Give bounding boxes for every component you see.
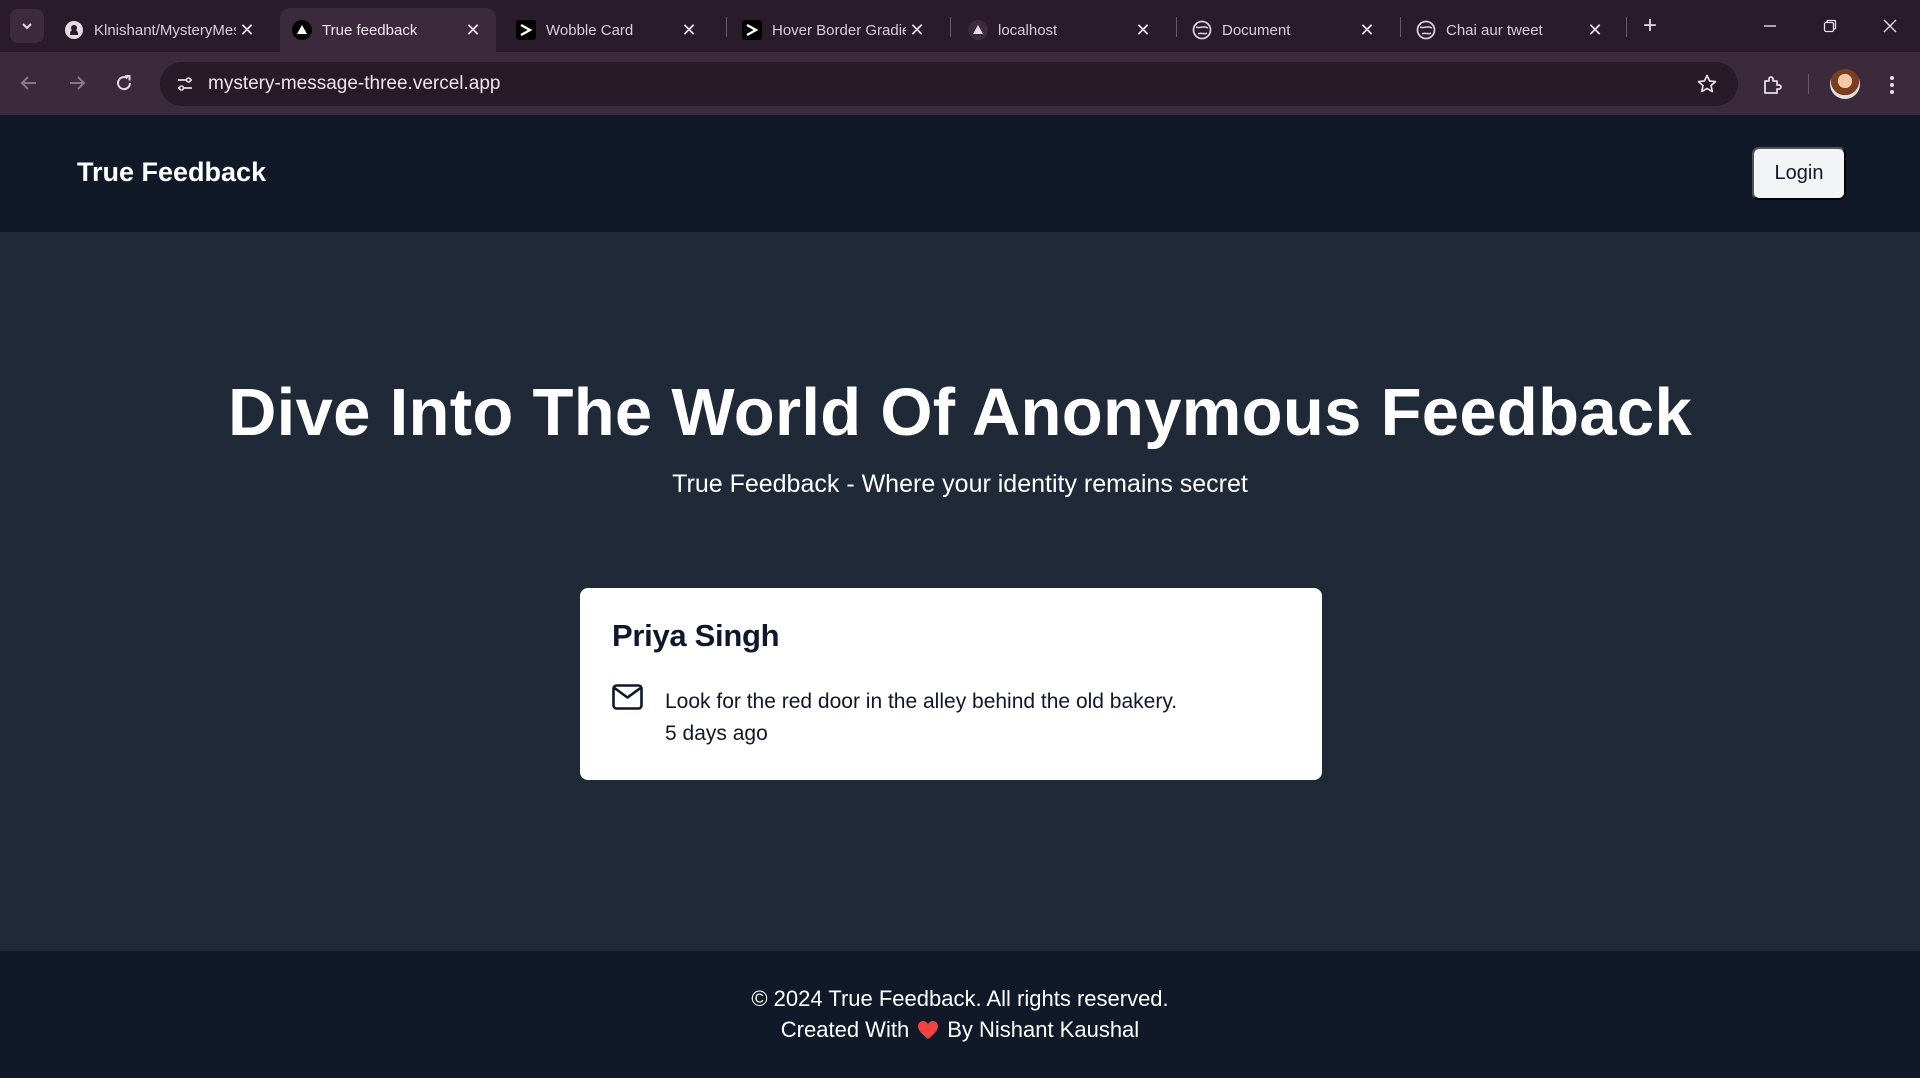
browser-toolbar: mystery-message-three.vercel.app xyxy=(0,52,1920,115)
site-footer: © 2024 True Feedback. All rights reserve… xyxy=(0,951,1920,1078)
footer-credit-suffix: By Nishant Kaushal xyxy=(947,1017,1140,1042)
hero-subtitle: True Feedback - Where your identity rema… xyxy=(672,470,1248,498)
tab-separator xyxy=(726,17,727,37)
close-icon xyxy=(1883,19,1897,33)
site-navbar: True Feedback Login xyxy=(0,115,1920,232)
site-info-icon[interactable] xyxy=(170,69,200,99)
forward-button[interactable] xyxy=(60,66,94,100)
footer-credit-prefix: Created With xyxy=(780,1017,910,1042)
login-button[interactable]: Login xyxy=(1752,147,1846,200)
tab-title: Klnishant/MysteryMessage xyxy=(94,21,236,39)
card-message-text: Look for the red door in the alley behin… xyxy=(665,690,1178,713)
bookmark-star-icon[interactable] xyxy=(1694,71,1720,97)
close-icon[interactable]: ✕ xyxy=(678,19,700,41)
restore-icon xyxy=(1823,19,1837,33)
arrow-right-icon xyxy=(70,76,86,90)
brand-title[interactable]: True Feedback xyxy=(77,157,266,188)
back-button[interactable] xyxy=(12,66,46,100)
close-icon[interactable]: ✕ xyxy=(236,19,258,41)
tab-search-button[interactable] xyxy=(10,9,44,43)
restore-button[interactable] xyxy=(1800,0,1860,52)
address-bar[interactable]: mystery-message-three.vercel.app xyxy=(160,62,1738,106)
tab-separator xyxy=(1400,17,1401,37)
heart-icon xyxy=(918,1021,939,1039)
new-tab-button[interactable]: + xyxy=(1636,12,1664,40)
tab-title: localhost xyxy=(998,21,1058,39)
close-icon[interactable]: ✕ xyxy=(1356,19,1378,41)
footer-credit: Created With By Nishant Kaushal xyxy=(0,1017,1920,1043)
extensions-puzzle-icon[interactable] xyxy=(1758,70,1788,100)
card-message-block: Look for the red door in the alley behin… xyxy=(665,686,1177,750)
github-icon xyxy=(64,20,84,40)
tab-title: Chai aur tweet xyxy=(1446,21,1543,39)
footer-copyright: © 2024 True Feedback. All rights reserve… xyxy=(751,986,1169,1011)
close-icon[interactable]: ✕ xyxy=(1584,19,1606,41)
mail-icon xyxy=(612,684,643,710)
tab-title: Hover Border Gradient xyxy=(772,21,906,39)
tab-true-feedback[interactable]: True feedback ✕ xyxy=(280,8,496,52)
main-content: Dive Into The World Of Anonymous Feedbac… xyxy=(0,232,1920,951)
globe-icon xyxy=(1192,20,1212,40)
browser-tabstrip: Klnishant/MysteryMessage ✕ True feedback… xyxy=(0,0,1920,52)
card-timestamp: 5 days ago xyxy=(665,722,768,745)
tab-localhost[interactable]: localhost ✕ xyxy=(956,8,1166,52)
menu-kebab-icon[interactable] xyxy=(1878,70,1906,100)
reload-button[interactable] xyxy=(107,66,141,100)
minimize-icon xyxy=(1764,25,1776,27)
toolbar-separator xyxy=(1808,74,1809,94)
profile-avatar[interactable] xyxy=(1830,69,1860,99)
close-icon[interactable]: ✕ xyxy=(1132,19,1154,41)
chevron-down-icon xyxy=(22,23,32,30)
hero-title: Dive Into The World Of Anonymous Feedbac… xyxy=(227,375,1693,450)
card-sender-name: Priya Singh xyxy=(612,618,780,653)
tab-separator xyxy=(1176,17,1177,37)
tab-title: Wobble Card xyxy=(546,21,634,39)
tab-title: Document xyxy=(1222,21,1291,39)
vercel-icon xyxy=(292,20,312,40)
tab-hover-border-gradient[interactable]: Hover Border Gradient ✕ xyxy=(730,8,940,52)
globe-icon xyxy=(1416,20,1436,40)
tab-separator xyxy=(950,17,951,37)
close-icon[interactable]: ✕ xyxy=(462,19,484,41)
url-text: mystery-message-three.vercel.app xyxy=(208,73,501,94)
tab-document[interactable]: Document ✕ xyxy=(1180,8,1390,52)
reload-icon xyxy=(117,75,132,91)
close-icon[interactable]: ✕ xyxy=(906,19,928,41)
arrow-left-icon xyxy=(20,76,36,90)
vercel-icon xyxy=(968,20,988,40)
tab-github[interactable]: Klnishant/MysteryMessage ✕ xyxy=(52,8,270,52)
message-card: Priya Singh Look for the red door in the… xyxy=(580,588,1322,780)
tab-chai-aur-tweet[interactable]: Chai aur tweet ✕ xyxy=(1404,8,1618,52)
tab-wobble-card[interactable]: Wobble Card ✕ xyxy=(504,8,712,52)
plus-icon: + xyxy=(1642,12,1657,39)
aceternity-icon xyxy=(516,20,536,40)
minimize-button[interactable] xyxy=(1740,0,1800,52)
tab-title: True feedback xyxy=(322,21,418,39)
tab-separator xyxy=(1626,17,1627,37)
close-window-button[interactable] xyxy=(1860,0,1920,52)
aceternity-icon xyxy=(742,20,762,40)
